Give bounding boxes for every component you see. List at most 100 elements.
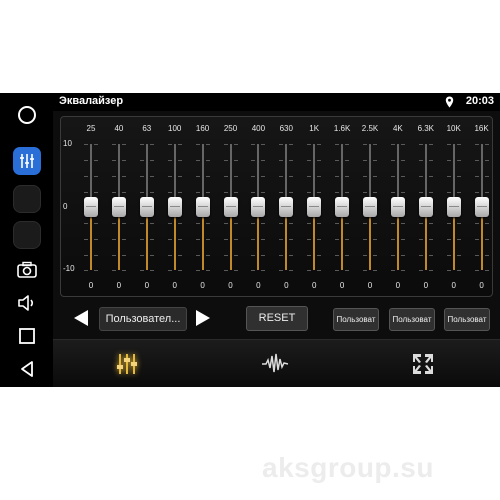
slider-tick [390, 160, 395, 161]
page-title: Эквалайзер [59, 95, 124, 107]
slider-tick [474, 255, 479, 256]
band-slider-knob[interactable] [474, 197, 489, 217]
head-unit-screen: Эквалайзер 20:03 10 0 -10 25 0 40 0 63 0 100 0 1… [0, 93, 500, 387]
slider-tick [261, 144, 266, 145]
slider-tick [307, 239, 312, 240]
slider-tick [363, 192, 367, 193]
band-gain-value: 0 [256, 281, 261, 290]
band-slider-knob[interactable] [167, 197, 182, 217]
recent-apps-button[interactable] [11, 320, 43, 352]
band-gain-value: 0 [367, 281, 373, 290]
slider-tick [121, 144, 126, 145]
slider-tick [390, 176, 395, 177]
band-frequency-label: 2.5K [361, 124, 379, 133]
slider-tick [167, 223, 172, 224]
app-slot[interactable] [13, 221, 41, 249]
band-slider-knob[interactable] [223, 197, 238, 217]
slider-tick [289, 176, 294, 177]
tab-equalizer[interactable] [111, 348, 143, 380]
slider-tick [177, 223, 182, 224]
sidebar [0, 93, 53, 387]
slider-tick [317, 270, 322, 271]
slider-tick [390, 192, 395, 193]
app-slot[interactable] [13, 185, 41, 213]
slider-tick [307, 144, 312, 145]
band-frequency-label: 4K [392, 124, 403, 133]
previous-preset-arrow-icon[interactable] [72, 309, 90, 327]
user-preset-button-3[interactable]: Пользоват [444, 308, 490, 331]
camera-button[interactable] [11, 254, 43, 286]
slider-tick [400, 176, 405, 177]
slider-tick [400, 270, 405, 271]
slider-tick [139, 223, 144, 224]
slider-tick [279, 176, 284, 177]
tab-sound-effects[interactable] [259, 348, 291, 380]
slider-tick [279, 192, 284, 193]
slider-tick [446, 176, 451, 177]
slider-tick [474, 270, 479, 271]
slider-tick [111, 255, 116, 256]
band-slider-knob[interactable] [446, 197, 461, 217]
slider-tick [335, 192, 340, 193]
next-preset-arrow-icon[interactable] [194, 309, 212, 327]
band-slider-knob[interactable] [335, 197, 350, 217]
slider-tick [251, 192, 256, 193]
slider-tick [84, 192, 88, 193]
slider-tick [177, 144, 182, 145]
back-button[interactable] [11, 353, 43, 385]
slider-tick [289, 144, 294, 145]
slider-tick [223, 176, 228, 177]
slider-tick [121, 255, 126, 256]
slider-tick [428, 176, 433, 177]
band-slider-knob[interactable] [251, 197, 266, 217]
slider-tick [205, 160, 210, 161]
slider-tick [289, 223, 294, 224]
slider-tick [418, 160, 423, 161]
slider-tick [390, 223, 395, 224]
slider-tick [121, 270, 126, 271]
band-gain-value: 0 [451, 281, 456, 290]
slider-tick [195, 239, 200, 240]
band-slider-knob[interactable] [307, 197, 322, 217]
slider-tick [373, 144, 377, 145]
band-slider-knob[interactable] [195, 197, 210, 217]
slider-tick [335, 270, 340, 271]
user-preset-button-2[interactable]: Пользоват [389, 308, 435, 331]
slider-tick [139, 255, 144, 256]
slider-tick [345, 239, 350, 240]
equalizer-app-button[interactable] [13, 147, 41, 175]
slider-tick [139, 160, 144, 161]
slider-tick [251, 270, 256, 271]
band-slider-knob[interactable] [363, 197, 377, 217]
band-slider-knob[interactable] [418, 197, 433, 217]
slider-tick [363, 176, 367, 177]
volume-button[interactable] [11, 287, 43, 319]
band-gain-value: 0 [200, 281, 205, 290]
preset-name-display[interactable]: Пользовател... [99, 307, 187, 331]
slider-tick [261, 255, 266, 256]
camera-icon [17, 261, 37, 278]
reset-button[interactable]: RESET [246, 306, 308, 331]
slider-tick [373, 192, 377, 193]
slider-tick [205, 144, 210, 145]
band-slider-knob[interactable] [279, 197, 294, 217]
band-gain-value: 0 [479, 281, 484, 290]
slider-tick [195, 255, 200, 256]
slider-tick [456, 176, 461, 177]
band-slider-knob[interactable] [84, 197, 98, 217]
slider-tick [289, 255, 294, 256]
band-slider-knob[interactable] [139, 197, 154, 217]
slider-tick [400, 239, 405, 240]
slider-tick [484, 160, 489, 161]
band-gain-value: 0 [144, 281, 150, 290]
slider-tick [307, 192, 312, 193]
band-slider-knob[interactable] [390, 197, 405, 217]
slider-tick [167, 255, 172, 256]
slider-tick [149, 255, 154, 256]
slider-tick [418, 223, 423, 224]
home-button[interactable] [11, 99, 43, 131]
slider-tick [233, 223, 238, 224]
tab-balance-fader[interactable] [407, 348, 439, 380]
band-slider-knob[interactable] [111, 197, 126, 217]
user-preset-button-1[interactable]: Пользоват [333, 308, 379, 331]
